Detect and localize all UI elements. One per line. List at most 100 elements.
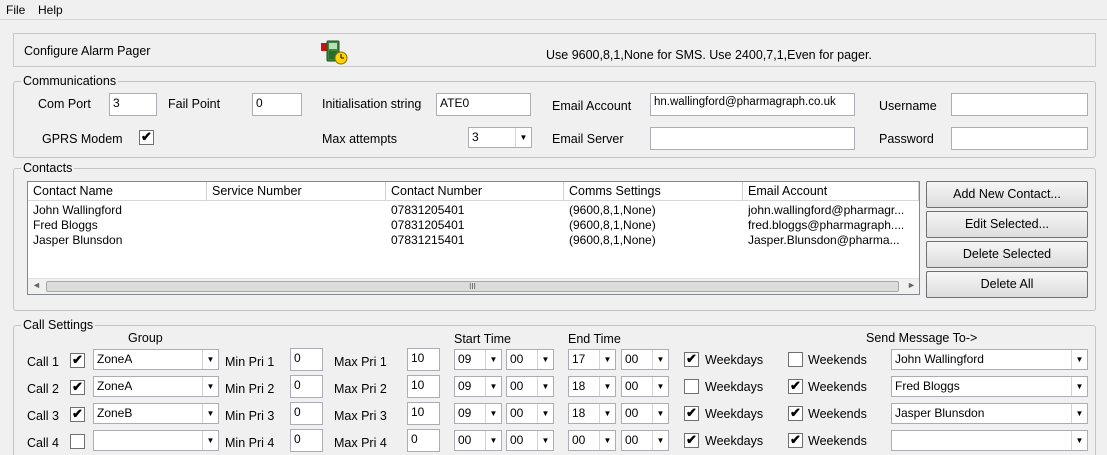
weekdays-checkbox[interactable]: ✔ — [684, 406, 699, 421]
weekdays-checkbox[interactable]: ✔ — [684, 352, 699, 367]
start-minute-select[interactable]: 00 ▼ — [506, 403, 554, 424]
group-select[interactable]: ▼ — [93, 430, 219, 451]
weekends-checkbox[interactable]: ✔ — [788, 379, 803, 394]
group-select[interactable]: ZoneA ▼ — [93, 349, 219, 370]
chevron-down-icon[interactable]: ▼ — [1071, 350, 1087, 369]
chevron-down-icon[interactable]: ▼ — [652, 377, 668, 396]
scroll-left-icon[interactable]: ◄ — [32, 280, 41, 290]
end-minute-select[interactable]: 00 ▼ — [621, 349, 669, 370]
email-account-input[interactable]: hn.wallingford@pharmagraph.co.uk — [650, 93, 855, 116]
edit-selected-button[interactable]: Edit Selected... — [926, 211, 1088, 238]
column-header-comms-settings[interactable]: Comms Settings — [564, 182, 743, 201]
communications-group — [13, 81, 1096, 158]
menu-file[interactable]: File — [6, 3, 25, 17]
column-header-contact-number[interactable]: Contact Number — [386, 182, 564, 201]
start-hour-select[interactable]: 09 ▼ — [454, 376, 502, 397]
min-pri-input[interactable]: 0 — [290, 402, 323, 425]
chevron-down-icon[interactable]: ▼ — [537, 404, 553, 423]
chevron-down-icon[interactable]: ▼ — [202, 377, 218, 396]
chevron-down-icon[interactable]: ▼ — [485, 431, 501, 450]
username-input[interactable] — [951, 93, 1088, 116]
scroll-right-icon[interactable]: ► — [907, 280, 916, 290]
send-message-to-select[interactable]: John Wallingford ▼ — [891, 349, 1088, 370]
max-pri-input[interactable]: 10 — [407, 402, 440, 425]
chevron-down-icon[interactable]: ▼ — [537, 431, 553, 450]
send-message-to-select[interactable]: Jasper Blunsdon ▼ — [891, 403, 1088, 424]
call-enabled-checkbox[interactable]: ✔ — [70, 380, 85, 395]
chevron-down-icon[interactable]: ▼ — [599, 431, 615, 450]
column-header-service-number[interactable]: Service Number — [207, 182, 386, 201]
column-header-contact-name[interactable]: Contact Name — [28, 182, 207, 201]
horizontal-scrollbar[interactable]: ◄ III ► — [28, 278, 919, 294]
chevron-down-icon[interactable]: ▼ — [1071, 377, 1087, 396]
init-string-input[interactable]: ATE0 — [436, 93, 531, 116]
call-enabled-checkbox[interactable]: ✔ — [70, 353, 85, 368]
start-minute-select[interactable]: 00 ▼ — [506, 376, 554, 397]
chevron-down-icon[interactable]: ▼ — [485, 350, 501, 369]
start-hour-select[interactable]: 00 ▼ — [454, 430, 502, 451]
contacts-list[interactable]: Contact Name Service Number Contact Numb… — [27, 181, 920, 295]
end-hour-select[interactable]: 18 ▼ — [568, 403, 616, 424]
max-pri-input[interactable]: 10 — [407, 348, 440, 371]
weekends-checkbox[interactable]: ✔ — [788, 433, 803, 448]
min-pri-input[interactable]: 0 — [290, 348, 323, 371]
table-row[interactable]: Fred Bloggs 07831205401 (9600,8,1,None) … — [28, 217, 919, 233]
start-hour-select[interactable]: 09 ▼ — [454, 349, 502, 370]
call-enabled-checkbox[interactable]: ✔ — [70, 407, 85, 422]
max-pri-input[interactable]: 0 — [407, 429, 440, 452]
chevron-down-icon[interactable]: ▼ — [1071, 431, 1087, 450]
delete-all-button[interactable]: Delete All — [926, 271, 1088, 298]
delete-selected-button[interactable]: Delete Selected — [926, 241, 1088, 268]
weekdays-checkbox[interactable]: ✔ — [684, 433, 699, 448]
column-header-email-account[interactable]: Email Account — [743, 182, 919, 201]
table-row[interactable]: John Wallingford 07831205401 (9600,8,1,N… — [28, 202, 919, 218]
chevron-down-icon[interactable]: ▼ — [202, 350, 218, 369]
email-server-input[interactable] — [650, 127, 855, 150]
chevron-down-icon[interactable]: ▼ — [485, 377, 501, 396]
max-pri-input[interactable]: 10 — [407, 375, 440, 398]
chevron-down-icon[interactable]: ▼ — [202, 404, 218, 423]
chevron-down-icon[interactable]: ▼ — [537, 377, 553, 396]
add-new-contact-button[interactable]: Add New Contact... — [926, 181, 1088, 208]
call-enabled-checkbox[interactable] — [70, 434, 85, 449]
start-minute-select[interactable]: 00 ▼ — [506, 430, 554, 451]
start-minute-select[interactable]: 00 ▼ — [506, 349, 554, 370]
chevron-down-icon[interactable]: ▼ — [652, 404, 668, 423]
cell-email-account: john.wallingford@pharmagr... — [748, 203, 905, 217]
end-hour-select[interactable]: 18 ▼ — [568, 376, 616, 397]
chevron-down-icon[interactable]: ▼ — [537, 350, 553, 369]
end-hour-select[interactable]: 00 ▼ — [568, 430, 616, 451]
weekends-checkbox[interactable] — [788, 352, 803, 367]
chevron-down-icon[interactable]: ▼ — [599, 350, 615, 369]
group-select[interactable]: ZoneA ▼ — [93, 376, 219, 397]
chevron-down-icon[interactable]: ▼ — [202, 431, 218, 450]
end-hour-select[interactable]: 17 ▼ — [568, 349, 616, 370]
password-input[interactable] — [951, 127, 1088, 150]
chevron-down-icon[interactable]: ▼ — [485, 404, 501, 423]
fail-point-input[interactable]: 0 — [252, 93, 302, 116]
weekends-checkbox[interactable]: ✔ — [788, 406, 803, 421]
chevron-down-icon[interactable]: ▼ — [515, 128, 531, 147]
group-select[interactable]: ZoneB ▼ — [93, 403, 219, 424]
menu-help[interactable]: Help — [38, 3, 63, 17]
end-minute-select[interactable]: 00 ▼ — [621, 376, 669, 397]
min-pri-input[interactable]: 0 — [290, 429, 323, 452]
weekdays-checkbox[interactable] — [684, 379, 699, 394]
max-attempts-select[interactable]: 3 ▼ — [468, 127, 532, 148]
end-minute-select[interactable]: 00 ▼ — [621, 430, 669, 451]
scrollbar-thumb[interactable]: III — [46, 281, 899, 292]
chevron-down-icon[interactable]: ▼ — [1071, 404, 1087, 423]
start-hour-select[interactable]: 09 ▼ — [454, 403, 502, 424]
start-hour-value: 09 — [458, 406, 472, 420]
chevron-down-icon[interactable]: ▼ — [652, 350, 668, 369]
send-message-to-select[interactable]: ▼ — [891, 430, 1088, 451]
send-message-to-select[interactable]: Fred Bloggs ▼ — [891, 376, 1088, 397]
chevron-down-icon[interactable]: ▼ — [599, 404, 615, 423]
gprs-modem-checkbox[interactable]: ✔ — [139, 130, 154, 145]
min-pri-input[interactable]: 0 — [290, 375, 323, 398]
end-minute-select[interactable]: 00 ▼ — [621, 403, 669, 424]
com-port-input[interactable]: 3 — [109, 93, 157, 116]
chevron-down-icon[interactable]: ▼ — [599, 377, 615, 396]
chevron-down-icon[interactable]: ▼ — [652, 431, 668, 450]
table-row[interactable]: Jasper Blunsdon 07831215401 (9600,8,1,No… — [28, 232, 919, 248]
